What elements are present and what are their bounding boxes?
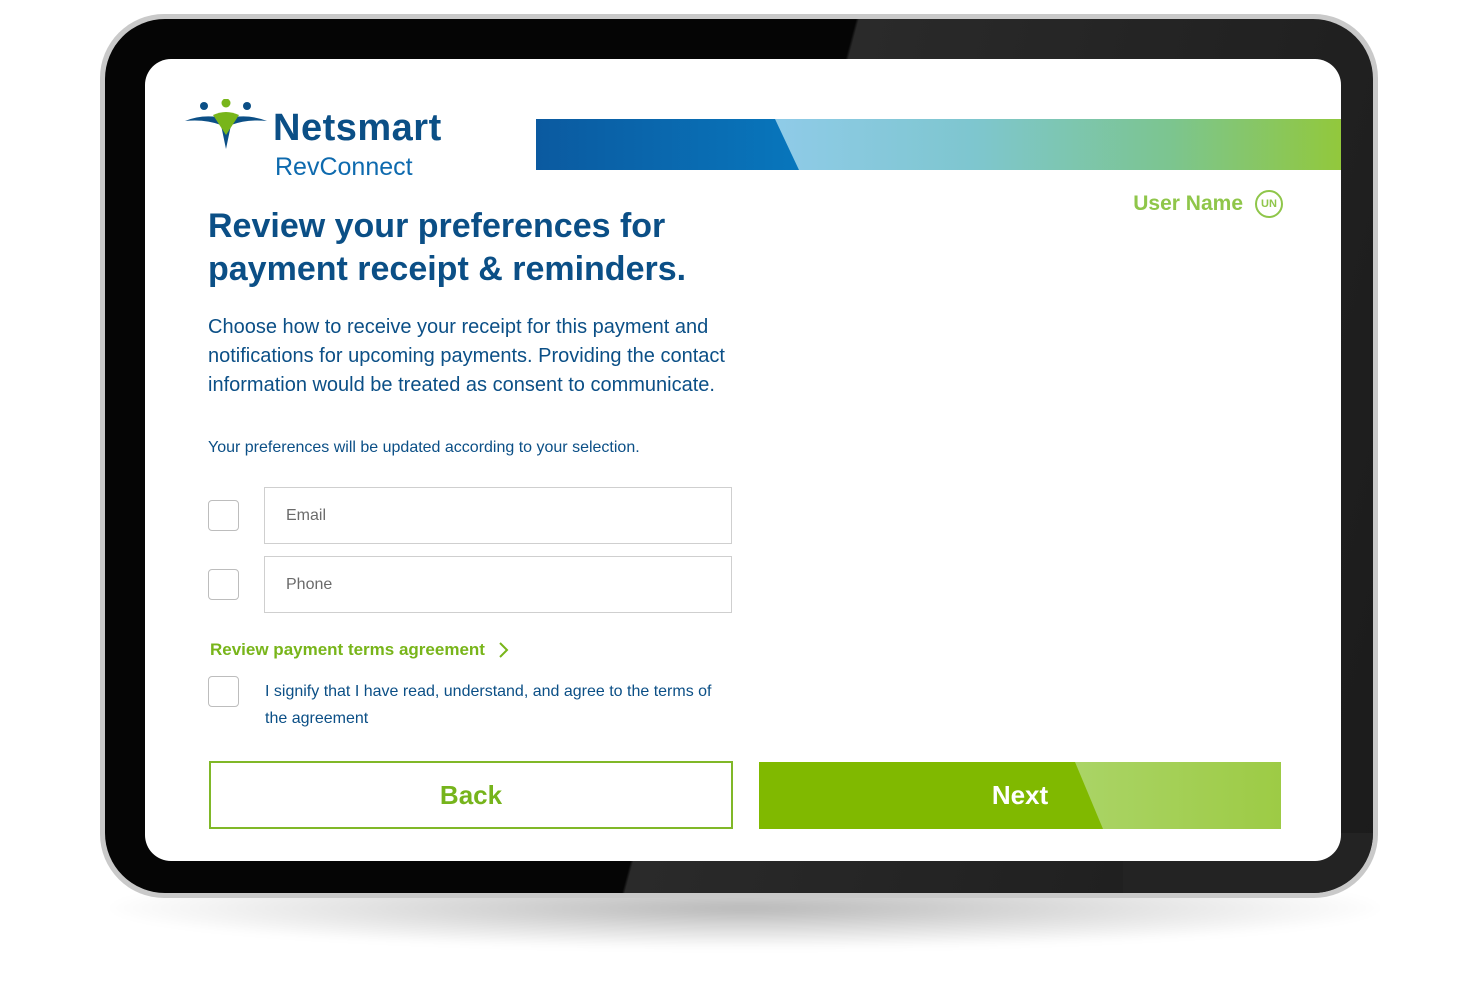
tablet-bezel: Netsmart RevConnect User Name UN Review … xyxy=(105,19,1373,893)
email-input[interactable] xyxy=(264,487,732,544)
agree-label: I signify that I have read, understand, … xyxy=(265,683,712,727)
header-banner-gradient xyxy=(775,119,1341,170)
page-description: Choose how to receive your receipt for t… xyxy=(208,316,725,396)
agree-checkbox[interactable] xyxy=(208,676,239,707)
netsmart-logo: Netsmart RevConnect xyxy=(185,99,505,181)
user-name: User Name xyxy=(1133,192,1243,215)
chevron-right-icon xyxy=(499,642,509,658)
header-banner-dark xyxy=(536,119,806,170)
next-button-accent xyxy=(1075,762,1281,829)
review-terms-label: Review payment terms agreement xyxy=(210,640,485,659)
user-menu[interactable]: User Name UN xyxy=(1133,190,1283,218)
phone-checkbox[interactable] xyxy=(208,569,239,600)
page-title: Review your preferences for payment rece… xyxy=(208,207,687,288)
user-avatar: UN xyxy=(1255,190,1283,218)
netsmart-people-icon xyxy=(185,99,267,149)
back-button[interactable]: Back xyxy=(209,761,733,829)
tablet-device: Netsmart RevConnect User Name UN Review … xyxy=(100,14,1378,898)
review-terms-link[interactable]: Review payment terms agreement xyxy=(210,640,509,660)
next-button[interactable]: Next xyxy=(759,762,1281,829)
email-checkbox[interactable] xyxy=(208,500,239,531)
app-screen: Netsmart RevConnect User Name UN Review … xyxy=(145,59,1341,861)
preferences-note: Your preferences will be updated accordi… xyxy=(208,439,640,456)
brand-name: Netsmart xyxy=(273,107,442,149)
phone-input[interactable] xyxy=(264,556,732,613)
product-name: RevConnect xyxy=(275,153,413,181)
next-button-label: Next xyxy=(991,780,1049,810)
